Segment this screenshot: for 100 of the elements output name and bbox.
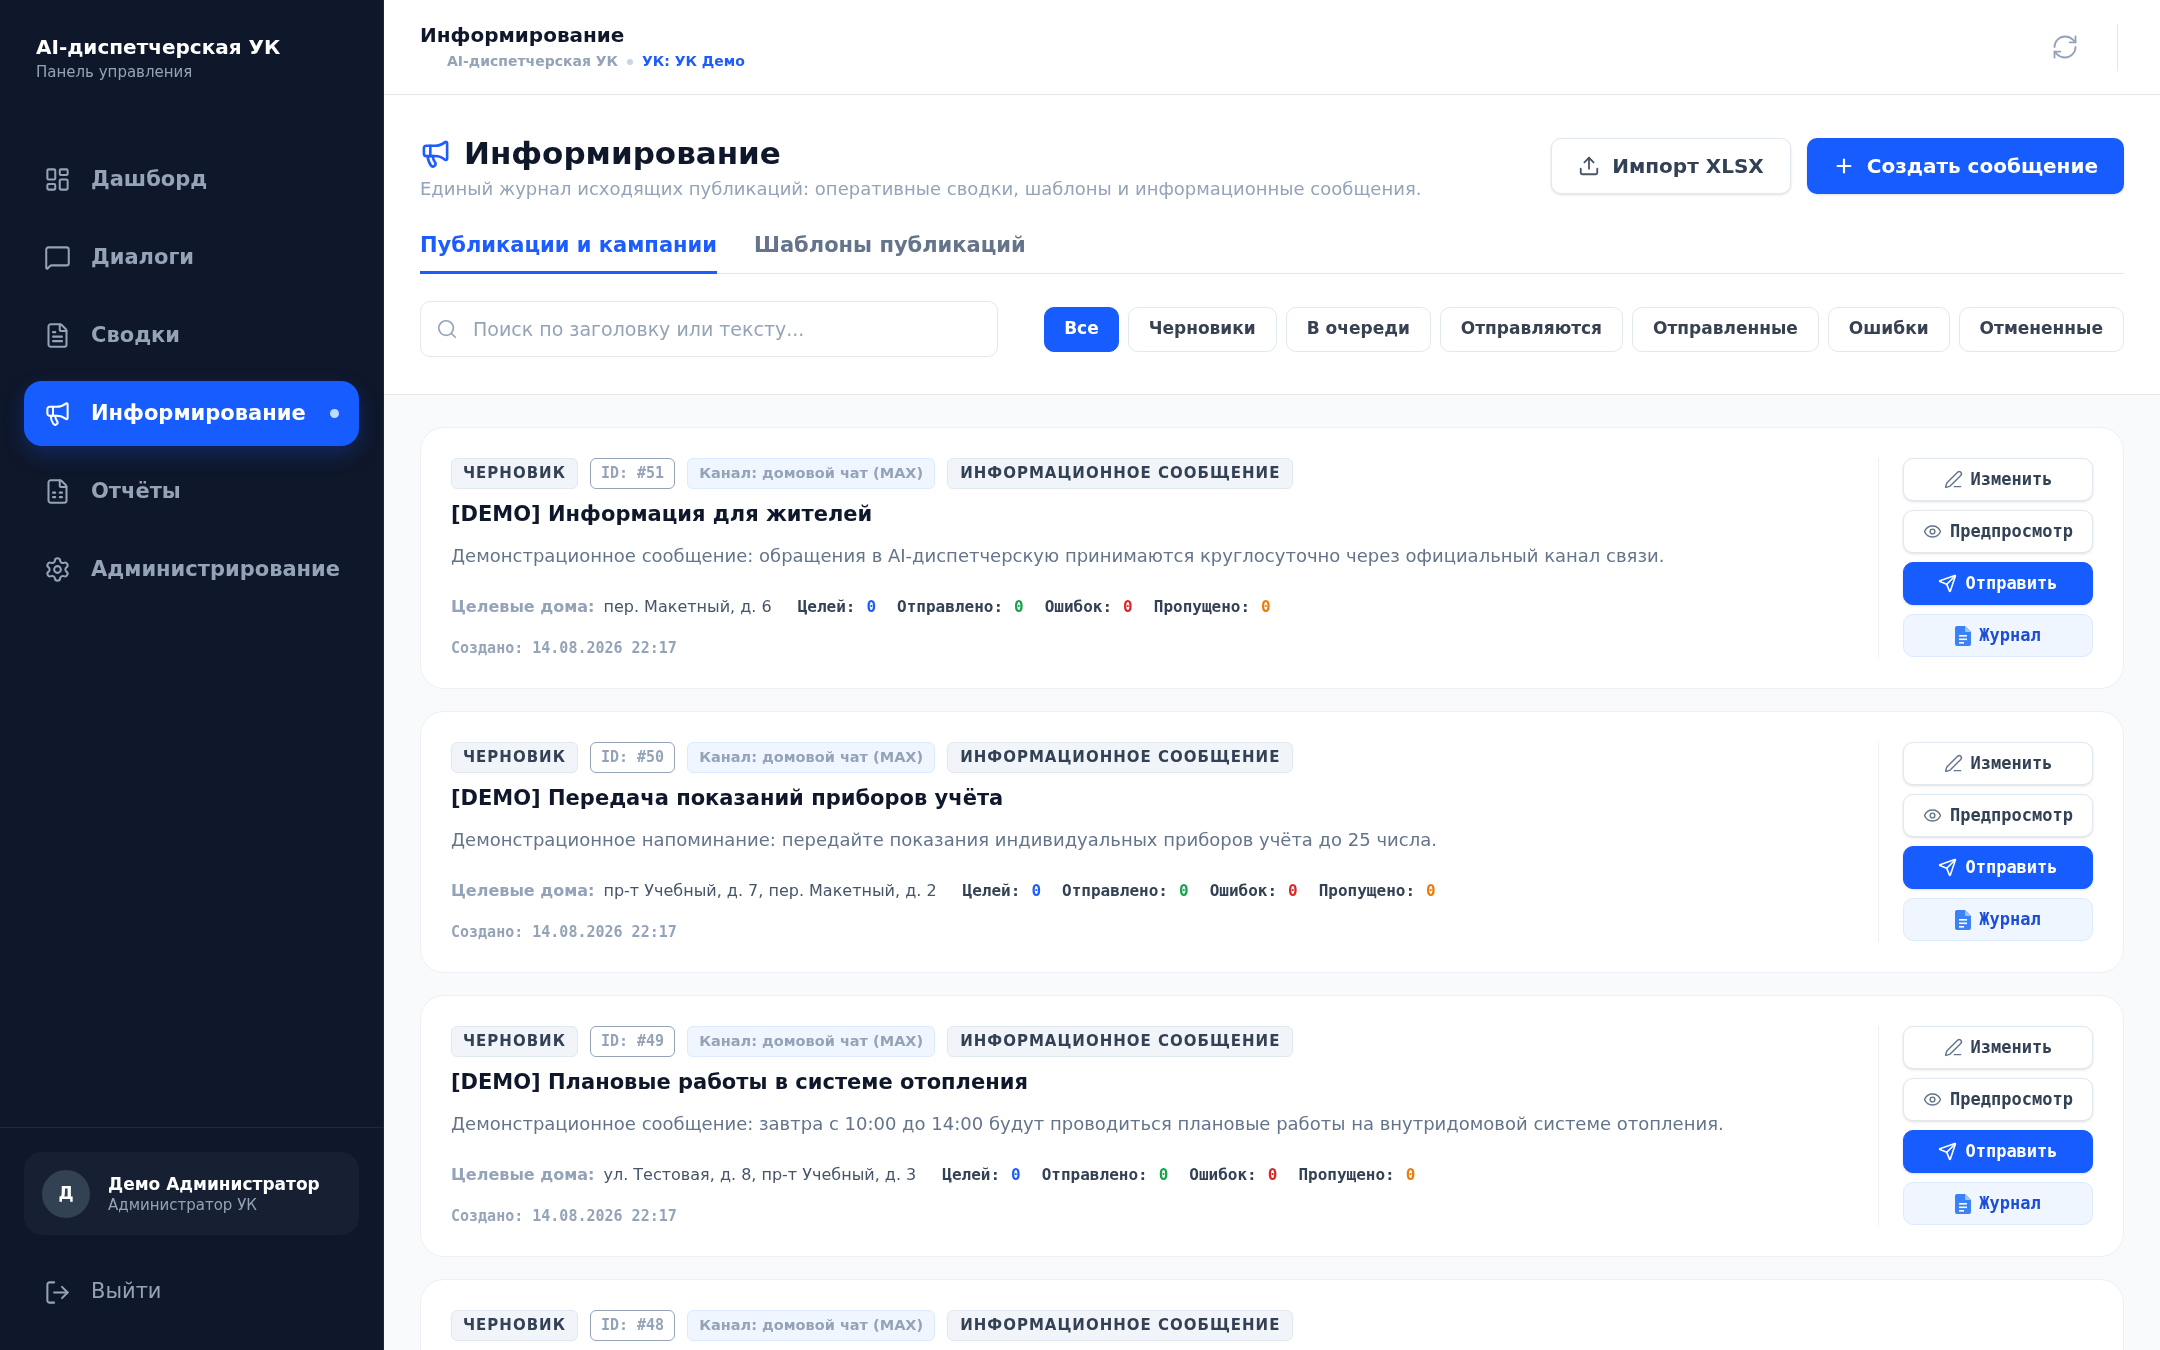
- eye-icon: [1923, 522, 1943, 541]
- stat-label: Отправлено:: [1041, 1164, 1148, 1186]
- header-title: Информирование: [420, 22, 625, 48]
- edit-button[interactable]: Изменить: [1903, 458, 2093, 501]
- stat-value: 0: [1123, 596, 1133, 618]
- stat-label: Ошибок:: [1189, 1164, 1257, 1186]
- type-badge: ИНФОРМАЦИОННОЕ СООБЩЕНИЕ: [947, 458, 1294, 489]
- organization-link[interactable]: УК: УК Демо: [642, 51, 745, 72]
- document-icon: [1955, 909, 1972, 930]
- document-icon: [44, 322, 71, 349]
- targets-value: пер. Макетный, д. 6: [603, 596, 772, 618]
- stat-value: 0: [1267, 1164, 1278, 1186]
- upload-icon: [1578, 155, 1601, 177]
- settings-icon: [44, 556, 71, 583]
- id-badge: ID: #50: [589, 742, 676, 773]
- filter-chip[interactable]: Ошибки: [1827, 306, 1950, 352]
- filter-chip[interactable]: Отправляются: [1439, 306, 1623, 352]
- id-badge: ID: #48: [589, 1310, 676, 1341]
- refresh-icon: [2051, 33, 2079, 61]
- import-button[interactable]: Импорт XLSX: [1551, 138, 1791, 194]
- targets-value: пр-т Учебный, д. 7, пер. Макетный, д. 2: [603, 880, 937, 902]
- filter-chip[interactable]: В очереди: [1285, 306, 1431, 352]
- status-badge: ЧЕРНОВИК: [451, 742, 578, 773]
- preview-button[interactable]: Предпросмотр: [1903, 1078, 2093, 1121]
- paper-plane-icon: [1938, 1142, 1958, 1161]
- id-badge: ID: #49: [589, 1026, 676, 1057]
- paper-plane-icon: [1938, 574, 1958, 593]
- channel-badge: Канал: домовой чат (MAX): [687, 458, 936, 489]
- user-name: Демо Администратор: [108, 1172, 320, 1195]
- log-button[interactable]: Журнал: [1903, 898, 2093, 941]
- stat-value: 0: [1405, 1164, 1416, 1186]
- filter-chip[interactable]: Все: [1044, 306, 1119, 352]
- send-button[interactable]: Отправить: [1903, 1130, 2093, 1173]
- nav-item[interactable]: Администрирование: [24, 537, 359, 602]
- send-button[interactable]: Отправить: [1903, 562, 2093, 605]
- pencil-icon: [1943, 470, 1963, 489]
- stat-label: Целей:: [962, 880, 1021, 902]
- log-button[interactable]: Журнал: [1903, 614, 2093, 657]
- pencil-icon: [1943, 754, 1963, 773]
- breadcrumb-item: AI-диспетчерская УК: [447, 52, 619, 71]
- stat-value: 0: [1261, 596, 1271, 618]
- targets-label: Целевые дома:: [451, 596, 595, 618]
- nav-item[interactable]: Отчёты: [24, 459, 359, 524]
- page-title: Информирование: [464, 134, 781, 173]
- created-date: Создано: 14.08.2026 22:17: [451, 922, 677, 942]
- stat-label: Ошибок:: [1044, 596, 1113, 618]
- stat-value: 0: [1014, 596, 1024, 618]
- publication-title: [DEMO] Плановые работы в системе отопления: [451, 1069, 1028, 1096]
- spreadsheet-document-icon: [44, 478, 71, 505]
- preview-button[interactable]: Предпросмотр: [1903, 510, 2093, 553]
- created-date: Создано: 14.08.2026 22:17: [451, 638, 677, 658]
- send-button[interactable]: Отправить: [1903, 846, 2093, 889]
- user-role: Администратор УК: [108, 1194, 258, 1215]
- channel-badge: Канал: домовой чат (MAX): [687, 1310, 936, 1341]
- edit-button[interactable]: Изменить: [1903, 742, 2093, 785]
- paper-plane-icon: [1938, 858, 1958, 877]
- publication-title: [DEMO] Информация для жителей: [451, 501, 873, 528]
- stat-label: Пропущено:: [1298, 1164, 1395, 1186]
- page-subtitle: Единый журнал исходящих публикаций: оперативные сводки, шаблоны и информационные сообщения.: [420, 177, 1422, 201]
- channel-badge: Канал: домовой чат (MAX): [687, 742, 936, 773]
- search-icon: [436, 318, 458, 340]
- stat-label: Отправлено:: [897, 596, 1004, 618]
- log-button[interactable]: Журнал: [1903, 1182, 2093, 1225]
- stat-value: 0: [1426, 880, 1436, 902]
- filter-chip[interactable]: Отмененные: [1958, 306, 2124, 352]
- channel-badge: Канал: домовой чат (MAX): [687, 1026, 936, 1057]
- eye-icon: [1923, 806, 1943, 825]
- document-icon: [1955, 625, 1972, 646]
- document-icon: [1955, 1193, 1972, 1214]
- stat-label: Целей:: [942, 1164, 1001, 1186]
- create-message-button[interactable]: Создать сообщение: [1806, 138, 2124, 194]
- id-badge: ID: #51: [589, 458, 676, 489]
- tab[interactable]: Публикации и кампании: [420, 230, 717, 274]
- nav-item[interactable]: Информирование: [24, 381, 359, 446]
- targets-value: ул. Тестовая, д. 8, пр-т Учебный, д. 3: [603, 1164, 917, 1186]
- pencil-icon: [1943, 1038, 1963, 1057]
- logout-button[interactable]: Выйти: [24, 1267, 359, 1317]
- eye-icon: [1923, 1090, 1943, 1109]
- tab[interactable]: Шаблоны публикаций: [754, 230, 1026, 274]
- type-badge: ИНФОРМАЦИОННОЕ СООБЩЕНИЕ: [947, 1026, 1294, 1057]
- nav-item[interactable]: Дашборд: [24, 147, 359, 212]
- edit-button[interactable]: Изменить: [1903, 1026, 2093, 1069]
- preview-button[interactable]: Предпросмотр: [1903, 794, 2093, 837]
- chat-bubble-icon: [44, 244, 71, 271]
- search-field[interactable]: Поиск по заголовку или тексту...: [420, 301, 998, 357]
- type-badge: ИНФОРМАЦИОННОЕ СООБЩЕНИЕ: [947, 1310, 1294, 1341]
- stat-value: 0: [1031, 880, 1041, 902]
- app-subtitle: Панель управления: [36, 62, 193, 82]
- stat-value: 0: [866, 596, 877, 618]
- stat-label: Пропущено:: [1318, 880, 1416, 902]
- type-badge: ИНФОРМАЦИОННОЕ СООБЩЕНИЕ: [947, 742, 1294, 773]
- megaphone-icon: [44, 400, 71, 427]
- nav-item[interactable]: Диалоги: [24, 225, 359, 290]
- logout-icon: [44, 1278, 71, 1306]
- filter-chip[interactable]: Черновики: [1127, 306, 1277, 352]
- nav-item[interactable]: Сводки: [24, 303, 359, 368]
- targets-label: Целевые дома:: [451, 880, 595, 902]
- stat-label: Ошибок:: [1209, 880, 1278, 902]
- stat-value: 0: [1179, 880, 1189, 902]
- filter-chip[interactable]: Отправленные: [1632, 306, 1819, 352]
